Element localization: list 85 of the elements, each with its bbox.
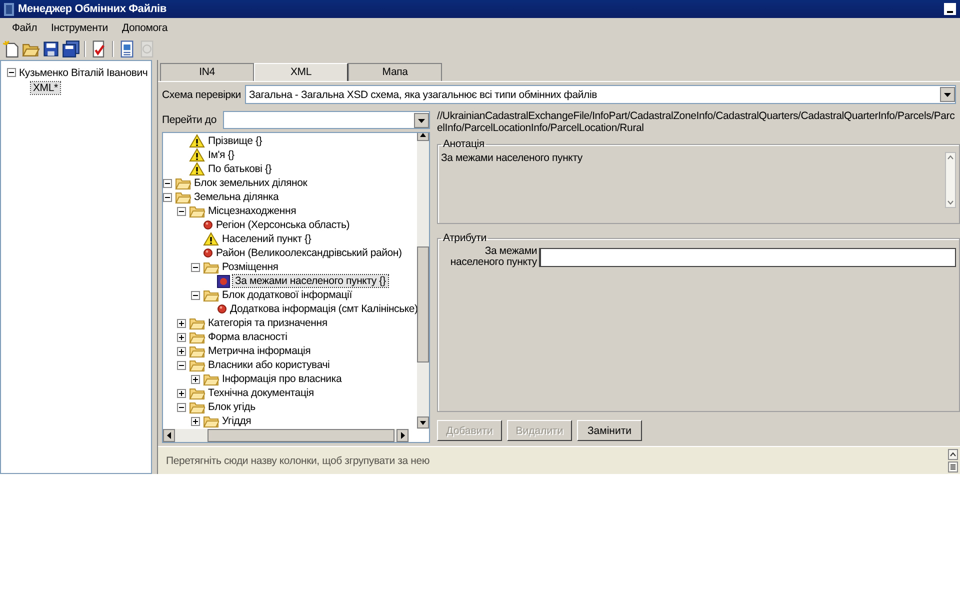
annotation-text: За межами населеного пункту [441,152,584,166]
tree-item[interactable]: Технічна документація [208,387,314,399]
folder-icon [203,288,219,302]
tab[interactable]: IN4 [160,63,254,81]
input-field[interactable] [539,248,956,266]
tree-item[interactable]: Блок додаткової інформації [222,289,352,301]
expand-icon[interactable] [177,332,186,342]
tree-item[interactable]: Інформація про власника [222,373,342,385]
sidebar-item[interactable]: XML* [31,82,60,94]
folder-icon [189,358,205,372]
collapse-icon[interactable] [7,68,16,77]
tree-item[interactable]: Блок земельних ділянок [194,177,308,189]
scroll-up-icon[interactable] [948,448,958,472]
collapse-icon[interactable] [177,402,186,412]
folder-icon [189,316,205,330]
expand-icon[interactable] [177,388,186,398]
expand-icon[interactable] [177,346,186,356]
sidebar-item[interactable]: Кузьменко Віталій Іванович [19,66,148,78]
menu-item[interactable]: Допомога [116,20,174,36]
tree-item[interactable]: Блок угідь [208,401,256,413]
collapse-icon[interactable] [191,290,200,300]
tab[interactable]: Мапа [348,63,442,81]
collapse-icon[interactable] [163,192,172,202]
warning-icon [189,162,205,176]
folder-icon [203,260,219,274]
folder-icon [203,414,219,428]
tree-item[interactable]: Регіон (Херсонська область) [216,219,350,231]
tree-item[interactable]: Місцезнаходження [208,205,296,217]
collapse-icon[interactable] [163,178,172,188]
app-icon [4,2,14,16]
expand-icon[interactable] [191,374,200,384]
document-icon[interactable] [118,40,136,58]
warning-icon [189,134,205,148]
schema-dropdown[interactable]: Загальна - Загальна XSD схема, яка узагальнює всі типи обмінних файлів [244,85,956,104]
tree-item[interactable]: Ім'я {} [208,149,234,161]
dot-icon [217,304,227,314]
menu-item[interactable]: Інструменти [45,20,114,36]
tree-item[interactable]: Прізвище {} [208,135,262,147]
folder-icon [175,176,191,190]
tree-item[interactable]: Земельна ділянка [194,191,279,203]
vertical-scrollbar[interactable] [417,133,429,429]
expand-icon[interactable] [191,416,200,426]
tree-item[interactable]: Район (Великоолександрівський район) [216,247,402,259]
folder-icon [189,204,205,218]
folder-icon [189,386,205,400]
collapse-icon[interactable] [177,206,186,216]
dot-icon [203,248,213,258]
collapse-icon[interactable] [177,360,186,370]
tree-item[interactable]: Угіддя [222,415,252,427]
horizontal-scrollbar[interactable] [163,429,409,442]
action-button[interactable]: Замінити [577,420,642,441]
field-label: За межами населеного пункту [449,246,537,268]
tree-item[interactable]: Населений пункт {} [222,233,312,245]
folder-icon [189,344,205,358]
element-icon [217,274,230,288]
window-title: Менеджер Обмінних Файлів [18,3,168,15]
xml-path: //UkrainianCadastralExchangeFile/InfoPart/CadastralZoneInfo/CadastralQuarters/CadastralQuarterInfo/Parcels/ParcelInfo/ParcelLocationInfo/ParcelLocation/Rural [437,110,956,134]
floppy-disks-icon[interactable] [62,40,80,58]
tree-item[interactable]: Додаткова інформація (смт Калінінське) [230,303,417,315]
folder-icon [175,190,191,204]
folder-icon [189,330,205,344]
tab[interactable]: XML [254,63,348,81]
grouping-hint: Перетягніть сюди назву колонки, щоб згрупувати за нею [166,454,431,466]
warning-icon [203,232,219,246]
schema-label: Схема перевірки [162,88,241,100]
tree-item[interactable]: Розміщення [222,261,278,273]
attributes-title: Атрибути [442,232,488,244]
tree-item[interactable]: По батькові {} [208,163,272,175]
folder-icon [203,372,219,386]
tree-item[interactable]: Категорія та призначення [208,317,328,329]
tree-item[interactable]: Метрична інформація [208,345,311,357]
vertical-scrollbar[interactable] [945,152,956,208]
tree-item[interactable]: Форма власності [208,331,288,343]
tree-item[interactable]: Власники або користувачі [208,359,330,371]
dot-icon [203,220,213,230]
menu-item[interactable]: Файл [6,20,44,36]
folder-icon [189,400,205,414]
minimize-icon[interactable] [944,3,956,15]
warning-icon [189,148,205,162]
annotation-title: Анотація [442,138,486,150]
tree-item[interactable]: За межами населеного пункту {} [233,275,388,287]
new-document-icon[interactable] [2,40,20,58]
goto-label: Перейти до [162,114,216,126]
collapse-icon[interactable] [191,262,200,272]
expand-icon[interactable] [177,318,186,328]
